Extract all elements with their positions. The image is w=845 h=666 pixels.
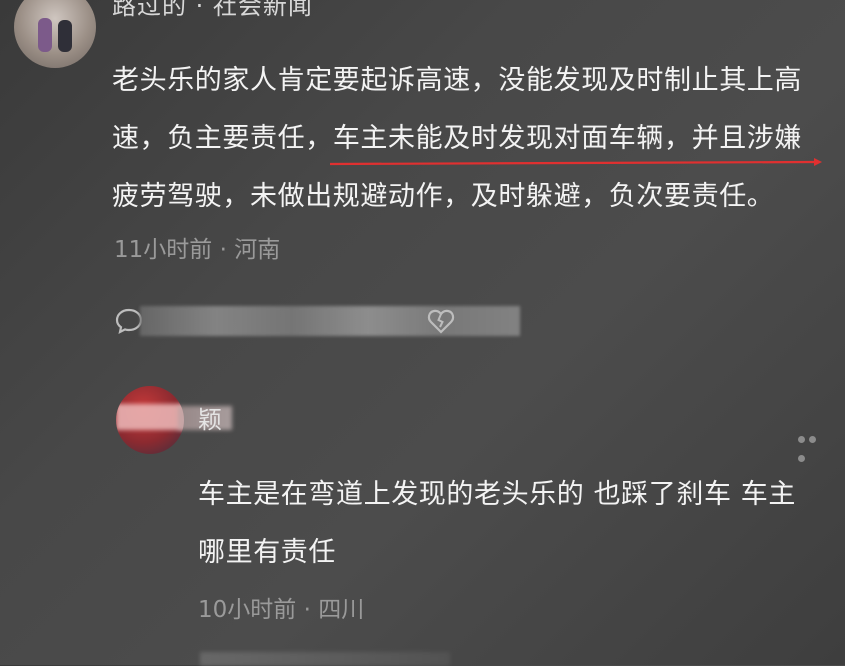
comment-meta: 11小时前 · 河南 (114, 230, 280, 264)
broken-heart-icon[interactable] (426, 306, 456, 336)
avatar-blur (116, 404, 184, 430)
avatar[interactable] (14, 0, 96, 68)
reply-text: 车主是在弯道上发现的老头乐的 也踩了刹车 车主哪里有责任 (198, 479, 796, 568)
comment-actions (114, 300, 520, 340)
reply-time: 10小时前 (198, 597, 297, 623)
comment-text-highlighted: 车主未能及时发现对面车辆，并且涉嫌 (332, 123, 803, 154)
comment-location: 河南 (234, 237, 281, 263)
meta-separator: · (296, 597, 319, 623)
blurred-content (140, 306, 520, 336)
reply-meta: 10小时前 · 四川 (198, 590, 364, 624)
reply-location: 四川 (318, 597, 365, 623)
meta-separator: · (212, 237, 235, 263)
avatar-figure (38, 18, 52, 52)
dot (809, 436, 816, 443)
comment-text-part: 疲劳驾驶，未做出规避动作，及时躲避，负次要责任。 (112, 181, 775, 212)
comment-text: 老头乐的家人肯定要起诉高速，没能发现及时制止其上高速，负主要责任，车主未能及时发… (112, 52, 812, 226)
comment-username[interactable]: 路过的 · 社会新闻 (112, 0, 313, 21)
reply-avatar[interactable] (116, 386, 184, 454)
more-dots-icon[interactable] (798, 428, 830, 462)
avatar-figure (58, 20, 72, 52)
reply-username[interactable]: 颖 (198, 400, 222, 435)
dot (798, 436, 805, 443)
red-underline-arrow (330, 158, 822, 166)
comment-time: 11小时前 (114, 237, 213, 263)
dot (798, 455, 805, 462)
next-content-hint (200, 652, 450, 666)
